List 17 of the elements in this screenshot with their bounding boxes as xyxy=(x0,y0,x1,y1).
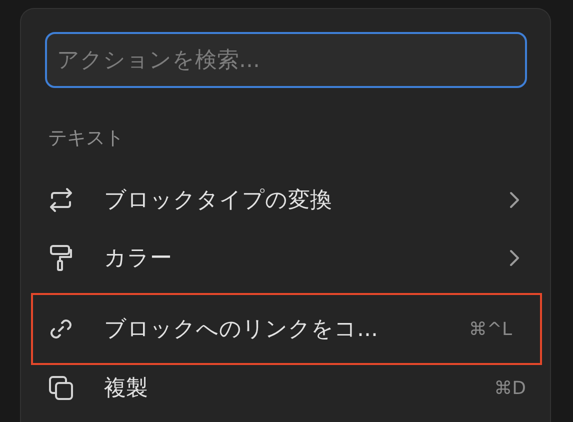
menu-item[interactable]: ブロックタイプの変換 xyxy=(21,171,550,229)
shortcut-label: ⌘^L xyxy=(468,318,512,340)
item-label: ブロックタイプの変換 xyxy=(104,187,333,215)
menu-item[interactable]: ブロックへのリンクをコ... ⌘^L xyxy=(31,293,542,365)
shortcut-label: ⌘D xyxy=(494,378,526,398)
item-label: ブロックへのリンクをコ... xyxy=(104,316,379,344)
item-label: カラー xyxy=(104,245,173,273)
duplicate-icon xyxy=(47,374,75,402)
item-label: 複製 xyxy=(104,375,149,403)
convert-icon xyxy=(47,186,75,214)
menu-item[interactable]: カラー xyxy=(21,229,550,287)
section-label: テキスト xyxy=(48,126,124,151)
menu-item[interactable]: 複製 ⌘D xyxy=(21,365,550,411)
paint-roller-icon xyxy=(47,244,75,272)
chevron-right-icon xyxy=(508,190,520,210)
chevron-right-icon xyxy=(508,248,520,268)
search-field[interactable]: アクションを検索... xyxy=(45,32,527,88)
